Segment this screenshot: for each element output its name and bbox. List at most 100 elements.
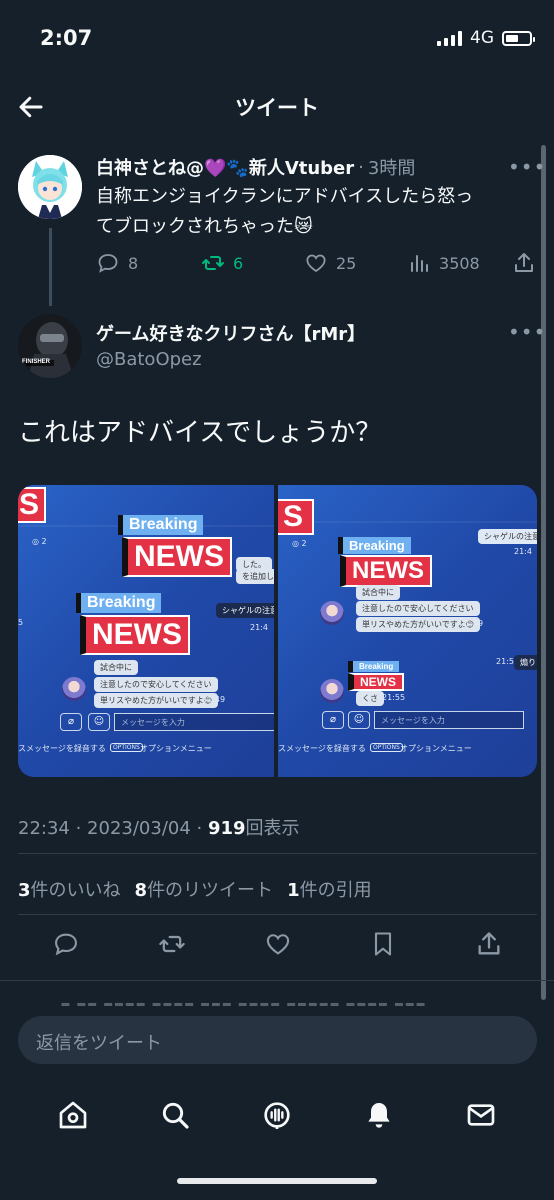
img2-corner-badge: S <box>278 499 314 535</box>
img2-time-3: 21:55 <box>382 693 406 702</box>
quotes-stat-count: 1 <box>287 880 300 901</box>
img2-emoji-icon: ☺ <box>348 711 370 729</box>
reply-icon[interactable] <box>52 930 80 958</box>
img2-breaking-label: Breaking <box>338 537 411 554</box>
img1-options-badge: OPTIONS <box>110 743 143 752</box>
parent-views-button[interactable]: 3508 <box>407 251 512 275</box>
search-icon[interactable] <box>159 1099 191 1131</box>
spaces-icon[interactable] <box>261 1099 293 1131</box>
parent-text-line2: てブロックされちゃった😿 <box>96 216 313 237</box>
parent-reply-count: 8 <box>128 253 139 273</box>
divider <box>0 980 554 981</box>
likes-stat-label: 件のいいね <box>30 880 121 901</box>
divider <box>18 914 537 915</box>
thread-line <box>49 228 52 306</box>
main-action-bar <box>18 930 537 966</box>
views-icon <box>411 255 429 272</box>
img1-breaking-label: Breaking <box>118 515 204 535</box>
signal-icon <box>437 30 462 46</box>
network-label: 4G <box>470 28 494 48</box>
img2-chat-avatar <box>320 601 344 625</box>
img1-corner-badge: S <box>18 487 46 523</box>
status-indicators: 4G <box>437 28 535 48</box>
img1-partial-2: を追加しまし <box>236 569 274 584</box>
img2-msg-1: 試合中に <box>356 585 400 600</box>
notifications-icon[interactable] <box>363 1099 395 1131</box>
dot-separator: · <box>358 156 364 178</box>
parent-display-name[interactable]: 白神さとね@💜🐾新人Vtuber <box>96 154 354 180</box>
img2-msg-2: 注意したので安心してください <box>356 601 480 616</box>
main-display-name[interactable]: ゲーム好きなクリフさん【rMr】 <box>96 320 365 346</box>
img1-chat-avatar <box>62 677 86 701</box>
parent-reply-button[interactable]: 8 <box>96 251 201 275</box>
avatar-badge-text: FINISHER <box>22 359 51 365</box>
likes-stat[interactable]: 3件のいいね <box>18 876 121 902</box>
parent-text-line1: 自称エンジョイクランにアドバイスしたら怒っ <box>96 186 474 207</box>
main-more-icon[interactable]: ••• <box>508 320 546 344</box>
likes-stat-count: 3 <box>18 880 31 901</box>
img1-message-input: メッセージを入力 <box>114 713 274 731</box>
view-count: 919 <box>207 818 246 839</box>
engagement-stats: 3件のいいね 8件のリツイート 1件の引用 <box>18 876 372 902</box>
next-reply-peek: ▪ ▪▪ ▪▪▪▪ ▪▪▪▪ ▪▪▪ ▪▪▪▪ ▪▪▪▪▪ ▪▪▪▪ ▪▪▪ <box>60 996 426 1006</box>
img1-footer-left: スメッセージを録音する <box>18 744 106 753</box>
img2-message-input: メッセージを入力 <box>374 711 524 729</box>
tweet-timestamp[interactable]: 22:34 · 2023/03/04 · <box>18 818 208 839</box>
parent-tweet-header: 白神さとね@💜🐾新人Vtuber · 3時間 <box>96 154 415 180</box>
page-title: ツイート <box>235 96 319 120</box>
heart-icon <box>306 254 326 273</box>
parent-share-button[interactable] <box>512 251 536 275</box>
retweets-stat-label: 件のリツイート <box>147 880 274 901</box>
parent-tweet-text: 自称エンジョイクランにアドバイスしたら怒っ てブロックされちゃった😿 <box>96 182 536 242</box>
img1-msg-1: 試合中に <box>94 660 138 675</box>
quotes-stat-label: 件の引用 <box>299 880 372 901</box>
messages-icon[interactable] <box>465 1099 497 1131</box>
parent-like-button[interactable]: 25 <box>304 251 407 275</box>
share-icon[interactable] <box>475 930 503 958</box>
quotes-stat[interactable]: 1件の引用 <box>287 876 372 902</box>
status-time: 2:07 <box>40 26 93 50</box>
img1-notice: シャゲルの注意し <box>216 603 274 618</box>
media-image-1[interactable]: S ◎ 2 Breaking NEWS した。 を追加しまし Breaking … <box>18 485 274 777</box>
main-tweet-text: これはアドバイスでしょうか？ <box>18 418 382 448</box>
img2-options-badge: OPTIONS <box>370 743 403 752</box>
reply-icon <box>98 254 118 273</box>
retweets-stat-count: 8 <box>134 880 148 901</box>
parent-action-bar: 8 6 25 3508 <box>96 248 536 278</box>
avatar-main[interactable]: FINISHER <box>18 314 82 378</box>
home-indicator[interactable] <box>177 1178 377 1184</box>
img2-top-notice: シャゲルの注意し <box>478 529 537 544</box>
reply-input[interactable]: 返信をツイート <box>18 1016 537 1064</box>
parent-retweet-count: 6 <box>232 253 244 273</box>
parent-view-count: 3508 <box>439 253 480 273</box>
img2-time-top: 21:4 <box>514 547 532 556</box>
bottom-nav <box>0 1080 554 1150</box>
img2-side-label: 煽り <box>514 655 537 670</box>
img2-time-1: 21:49 <box>460 619 484 628</box>
retweet-icon[interactable] <box>158 930 186 958</box>
img2-news-label: NEWS <box>340 555 432 587</box>
parent-like-count: 25 <box>336 253 357 273</box>
tweet-meta: 22:34 · 2023/03/04 · 919回表示 <box>18 814 300 840</box>
battery-icon <box>502 30 535 46</box>
scrollbar[interactable] <box>541 145 546 1000</box>
home-icon[interactable] <box>57 1099 89 1131</box>
main-handle[interactable]: @BatoOpez <box>96 349 202 370</box>
img1-msg-3: 単リスやめた方がいいですよ😊 <box>94 693 219 708</box>
parent-retweet-button[interactable]: 6 <box>201 251 304 275</box>
bookmark-icon[interactable] <box>369 930 397 958</box>
parent-time: 3時間 <box>367 158 416 179</box>
avatar-parent[interactable] <box>18 155 82 219</box>
tweet-media[interactable]: S ◎ 2 Breaking NEWS した。 を追加しまし Breaking … <box>18 485 537 777</box>
img1-time-top: 21:4 <box>250 623 268 632</box>
retweets-stat[interactable]: 8件のリツイート <box>135 876 274 902</box>
img1-msg-2: 注意したので安心してください <box>94 677 218 692</box>
media-image-2[interactable]: S ◎ 2 シャゲルの注意し 21:4 Breaking NEWS 試合中に 注… <box>278 485 537 777</box>
img2-news-small: NEWS <box>348 673 404 691</box>
img2-chat-avatar-2 <box>320 679 344 703</box>
view-label: 回表示 <box>245 818 300 839</box>
parent-more-icon[interactable]: ••• <box>508 155 546 179</box>
img2-footer-menu: オプションメニュー <box>400 744 472 753</box>
img1-time-1: 21:49 <box>202 695 226 704</box>
heart-icon[interactable] <box>264 930 292 958</box>
